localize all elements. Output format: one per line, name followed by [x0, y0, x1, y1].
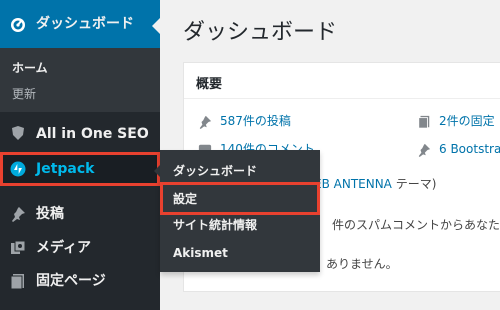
dashboard-icon	[10, 16, 26, 32]
jetpack-flyout-menu: ダッシュボード 設定 サイト統計情報 Akismet	[160, 150, 320, 272]
theme-suffix: テーマ)	[391, 177, 437, 191]
theme-line: EB ANTENNA テーマ)	[314, 176, 436, 192]
pin-icon	[198, 114, 212, 129]
submenu-item-home[interactable]: ホーム	[12, 60, 48, 76]
media-icon	[10, 240, 26, 256]
sidebar-item-all-in-one-seo[interactable]: All in One SEO	[36, 125, 149, 143]
flyout-item-site-stats[interactable]: サイト統計情報	[173, 217, 257, 233]
widget-header: 概要	[184, 63, 500, 99]
sidebar-item-label: ダッシュボード	[36, 16, 134, 32]
theme-link[interactable]: EB ANTENNA	[314, 177, 392, 191]
sidebar-item-dashboard[interactable]: ダッシュボード	[0, 0, 160, 48]
flyout-item-dashboard[interactable]: ダッシュボード	[173, 163, 257, 179]
sidebar-item-media[interactable]: メディア	[36, 239, 91, 257]
pages-count-link[interactable]: 2件の固定	[439, 113, 495, 129]
dashboard-submenu	[0, 48, 160, 112]
widget-title: 概要	[196, 77, 223, 92]
current-menu-arrow	[152, 18, 160, 34]
pin-icon	[10, 206, 26, 222]
sidebar-item-label: Jetpack	[36, 161, 95, 177]
pin-icon	[417, 142, 431, 157]
flyout-item-settings[interactable]: 設定	[173, 191, 197, 207]
submenu-item-updates[interactable]: 更新	[12, 86, 36, 102]
sidebar-item-pages[interactable]: 固定ページ	[36, 272, 106, 290]
page-icon	[417, 114, 431, 129]
posts-count-link[interactable]: 587件の投稿	[220, 113, 291, 129]
spam-notice: 件のスパムコメントからあなたを	[332, 218, 500, 232]
page-icon	[10, 273, 26, 289]
shield-icon	[10, 125, 26, 141]
bootstrap-link[interactable]: 6 Bootstra	[439, 141, 500, 157]
flyout-item-akismet[interactable]: Akismet	[173, 245, 228, 261]
pending-notice: ありません。	[326, 257, 398, 271]
admin-sidebar: ダッシュボード ホーム 更新 All in One SEO Jetpack 投稿…	[0, 0, 160, 310]
page-title: ダッシュボード	[183, 20, 338, 45]
jetpack-icon	[10, 161, 26, 177]
sidebar-item-jetpack[interactable]: Jetpack	[0, 154, 160, 184]
sidebar-item-posts[interactable]: 投稿	[36, 205, 64, 223]
